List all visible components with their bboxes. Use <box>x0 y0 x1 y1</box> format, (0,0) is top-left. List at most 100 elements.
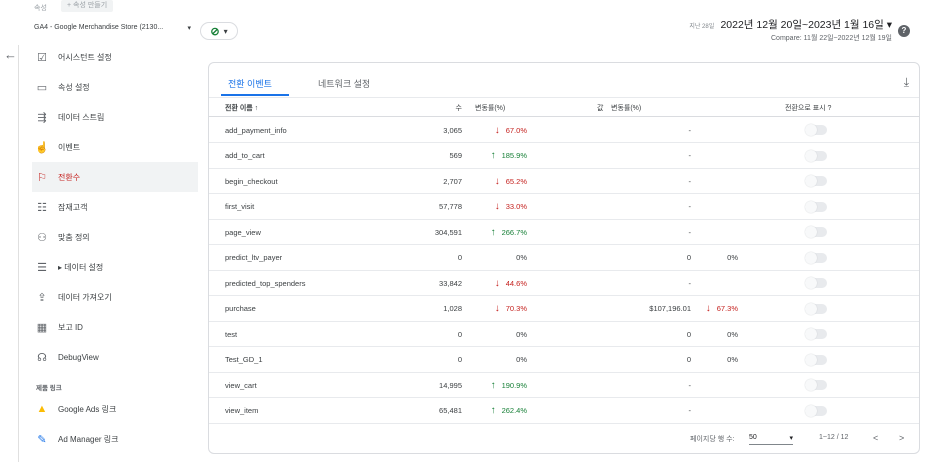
arrow-down-icon: ↓ <box>494 277 500 289</box>
column-header-value[interactable]: 값 <box>597 99 603 116</box>
value-change-value: 0% <box>727 253 738 262</box>
check-circle-icon: ⊘ <box>210 25 220 38</box>
toggle-switch[interactable] <box>805 353 827 366</box>
link-item-1[interactable]: ✎ Ad Manager 링크 <box>32 424 198 454</box>
sidebar-item-9[interactable]: ▦ 보고 ID <box>32 312 198 342</box>
sidebar-item-7[interactable]: ☰ ▸ 데이터 설정 <box>32 252 198 282</box>
conversion-toggle[interactable] <box>805 220 827 244</box>
download-icon[interactable]: ⤓ <box>904 75 909 90</box>
sidebar-item-6[interactable]: ⚇ 맞춤 정의 <box>32 222 198 252</box>
date-range-compare: Compare: 11월 22일~2022년 12월 19일 <box>771 35 892 42</box>
column-header-count[interactable]: 수 <box>456 99 462 116</box>
count-change-value: 185.9% <box>501 151 527 160</box>
toggle-switch[interactable] <box>805 226 827 238</box>
event-name: add_payment_info <box>225 125 287 135</box>
value-change <box>688 169 738 193</box>
value-change: 0% <box>688 246 738 270</box>
database-icon: ☰ <box>37 261 47 274</box>
conversion-toggle[interactable] <box>805 348 827 372</box>
column-header-change1[interactable]: 변동률(%) <box>475 99 505 116</box>
conversion-toggle[interactable] <box>805 144 827 168</box>
property-select[interactable]: GA4 - Google Merchandise Store (2130... … <box>34 24 191 32</box>
table-row: predict_ltv_payer 0 0% 0 0% <box>209 246 919 271</box>
event-name: Test_GD_1 <box>225 355 263 364</box>
flag-icon: ⚐ <box>37 171 47 184</box>
conversion-toggle[interactable] <box>805 118 827 142</box>
value-change-value: 0% <box>727 355 738 364</box>
sidebar-item-10[interactable]: ☊ DebugView <box>32 342 198 372</box>
column-header-change2[interactable]: 변동률(%) <box>611 99 641 116</box>
toggle-switch[interactable] <box>805 175 827 187</box>
chevron-down-icon: ▾ <box>789 434 793 442</box>
event-count: 1,028 <box>443 304 462 313</box>
event-name: begin_checkout <box>225 176 278 186</box>
sidebar-item-8[interactable]: ⇪ 데이터 가져오기 <box>32 282 198 312</box>
toggle-switch[interactable] <box>805 251 827 264</box>
toggle-switch[interactable] <box>805 379 827 391</box>
table-row: add_payment_info 3,065 ↓ 67.0% - <box>209 118 919 143</box>
rows-per-page-label: 페이지당 행 수: <box>690 436 735 443</box>
count-change: 0% <box>467 246 527 270</box>
tab-network-settings[interactable]: 네트워크 설정 <box>318 77 370 90</box>
count-change-value: 266.7% <box>501 227 527 237</box>
next-page-button[interactable]: > <box>899 433 904 443</box>
sidebar-item-2[interactable]: ⇶ 데이터 스트림 <box>32 102 198 132</box>
count-change: 0% <box>467 348 527 372</box>
sidebar-item-label: 이벤트 <box>58 142 81 152</box>
status-check-button[interactable]: ⊘ ▾ <box>200 22 238 40</box>
section-label-product-links: 제품 링크 <box>36 385 62 392</box>
event-count: 65,481 <box>439 406 462 415</box>
count-change-value: 65.2% <box>505 176 527 186</box>
toggle-switch[interactable] <box>805 149 827 162</box>
toggle-switch[interactable] <box>805 277 827 289</box>
ad-manager-icon: ✎ <box>37 433 47 446</box>
event-name: test <box>225 329 238 339</box>
sidebar-item-5[interactable]: ☷ 잠재고객 <box>32 192 198 222</box>
conversion-toggle[interactable] <box>805 297 827 321</box>
conversion-toggle[interactable] <box>805 271 827 295</box>
count-change-value: 0% <box>516 253 527 262</box>
conversion-toggle[interactable] <box>805 322 827 346</box>
sidebar-item-label: 잠재고객 <box>58 202 88 212</box>
help-icon[interactable]: ? <box>898 25 910 37</box>
toggle-switch[interactable] <box>805 328 827 340</box>
event-count: 57,778 <box>439 202 462 211</box>
table-row: page_view 304,591 ↑ 266.7% - <box>209 220 919 245</box>
conversion-toggle[interactable] <box>805 399 827 423</box>
stream-icon: ⇶ <box>37 111 47 124</box>
back-arrow-icon[interactable]: ← <box>4 47 17 62</box>
event-count: 14,995 <box>439 380 462 390</box>
sidebar-item-3[interactable]: ☝ 이벤트 <box>32 132 198 162</box>
toggle-switch[interactable] <box>805 200 827 213</box>
event-count: 0 <box>457 355 462 364</box>
sidebar-item-4[interactable]: ⚐ 전환수 <box>32 162 198 192</box>
table-row: purchase 1,028 ↓ 70.3% $107,196.01 ↓ 67.3% <box>209 297 919 322</box>
toggle-switch[interactable] <box>805 404 827 417</box>
property-icon: ▭ <box>36 81 48 94</box>
table-row: test 0 0% 0 0% <box>209 322 919 347</box>
rows-per-page-select[interactable]: 50 ▾ <box>749 431 793 445</box>
count-change-value: 190.9% <box>501 380 527 390</box>
conversion-toggle[interactable] <box>805 169 827 193</box>
table-row: first_visit 57,778 ↓ 33.0% - <box>209 195 919 220</box>
create-property-button[interactable]: + 속성 만들기 <box>61 0 114 12</box>
date-range-picker[interactable]: 지난 28일 2022년 12월 20일~2023년 1월 16일 ▾ Comp… <box>689 17 892 43</box>
upload-icon: ⇪ <box>37 291 47 304</box>
event-name: view_item <box>225 406 259 415</box>
prev-page-button[interactable]: < <box>873 433 878 443</box>
conversion-toggle[interactable] <box>805 373 827 397</box>
chevron-down-icon: ▾ <box>187 25 191 32</box>
sidebar-item-label: 데이터 스트림 <box>58 112 105 122</box>
count-change-value: 70.3% <box>505 304 527 313</box>
toggle-switch[interactable] <box>805 124 827 136</box>
event-name: first_visit <box>225 202 255 211</box>
link-item-0[interactable]: ▲ Google Ads 링크 <box>32 394 198 424</box>
conversion-toggle[interactable] <box>805 246 827 270</box>
table-row: begin_checkout 2,707 ↓ 65.2% - <box>209 169 919 194</box>
column-header-name[interactable]: 전환 이름 ↑ <box>225 99 258 116</box>
sidebar-item-1[interactable]: ▭ 속성 설정 <box>32 72 198 102</box>
tab-conversion-events[interactable]: 전환 이벤트 <box>228 77 272 90</box>
sidebar-item-0[interactable]: ☑ 어시스턴트 설정 <box>32 42 198 72</box>
conversion-toggle[interactable] <box>805 195 827 219</box>
toggle-switch[interactable] <box>805 302 827 315</box>
